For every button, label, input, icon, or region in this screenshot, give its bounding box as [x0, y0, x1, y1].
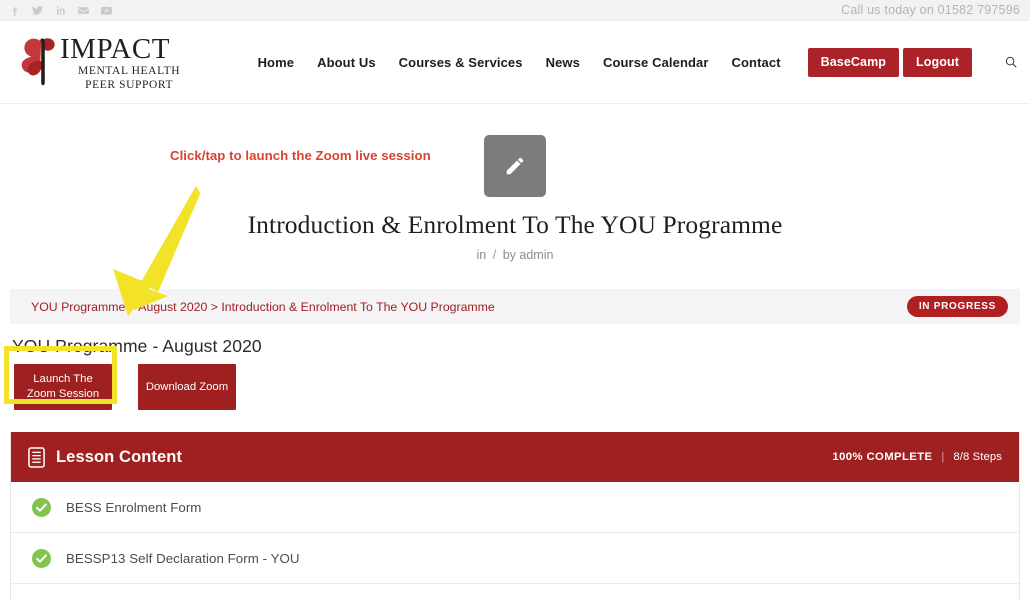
list-item[interactable]: Impact Enrolment	[11, 584, 1019, 600]
mail-icon[interactable]	[77, 4, 90, 17]
post-meta-author: by admin	[502, 248, 554, 263]
nav-item-about-us[interactable]: About Us	[317, 55, 376, 70]
linkedin-icon[interactable]	[54, 4, 67, 17]
post-meta-in: in	[476, 248, 487, 263]
post-hero: Introduction & Enrolment To The YOU Prog…	[0, 104, 1030, 279]
download-zoom-button[interactable]: Download Zoom	[138, 364, 236, 411]
list-item[interactable]: BESSP13 Self Declaration Form - YOU	[11, 533, 1019, 585]
logo-subtitle-2: PEER SUPPORT	[85, 79, 174, 91]
breadcrumb-bar: YOU Programme – August 2020 > Introducti…	[10, 289, 1020, 325]
social-links	[8, 4, 113, 17]
site-header: IMPACT MENTAL HEALTH PEER SUPPORT Home A…	[0, 21, 1030, 104]
nav-item-courses-services[interactable]: Courses & Services	[399, 55, 523, 70]
nav-item-home[interactable]: Home	[258, 55, 295, 70]
logo-title: IMPACT	[60, 32, 170, 65]
nav-item-course-calendar[interactable]: Course Calendar	[603, 55, 709, 70]
edit-post-button[interactable]	[484, 135, 546, 197]
search-icon[interactable]	[1004, 55, 1018, 69]
lesson-content-panel: Lesson Content 100% COMPLETE | 8/8 Steps…	[10, 432, 1020, 600]
post-meta: in / by admin	[0, 248, 1030, 262]
lesson-content-header-left: Lesson Content	[28, 447, 182, 468]
logout-button[interactable]: Logout	[903, 47, 972, 77]
nav-item-contact[interactable]: Contact	[732, 55, 781, 70]
phone-number: Call us today on 01582 797596	[841, 3, 1020, 17]
progress-divider: |	[941, 451, 945, 464]
course-heading: YOU Programme - August 2020	[12, 336, 262, 357]
check-circle-icon	[32, 497, 51, 517]
list-item[interactable]: BESS Enrolment Form	[11, 482, 1019, 534]
header-action-buttons: BaseCamp Logout	[807, 47, 972, 77]
nav-item-news[interactable]: News	[546, 55, 580, 70]
list-item-label: BESSP13 Self Declaration Form - YOU	[66, 550, 300, 566]
list-item-label: BESS Enrolment Form	[66, 499, 202, 515]
post-meta-separator: /	[492, 248, 497, 263]
launch-zoom-session-button[interactable]: Launch The Zoom Session	[14, 364, 112, 411]
page-title: Introduction & Enrolment To The YOU Prog…	[247, 210, 783, 239]
youtube-icon[interactable]	[100, 4, 113, 17]
annotation-caption: Click/tap to launch the Zoom live sessio…	[170, 148, 431, 163]
lesson-content-header: Lesson Content 100% COMPLETE | 8/8 Steps	[11, 432, 1019, 483]
logo-subtitle-1: MENTAL HEALTH	[78, 64, 181, 77]
logo-wordmark: IMPACT MENTAL HEALTH PEER SUPPORT	[60, 32, 180, 93]
progress-percent: 100% COMPLETE	[832, 451, 933, 464]
check-circle-icon	[32, 548, 51, 568]
page-root: Call us today on 01582 797596 IMPACT MEN…	[0, 0, 1030, 600]
lesson-progress-summary: 100% COMPLETE | 8/8 Steps	[832, 451, 1002, 463]
logo[interactable]: IMPACT MENTAL HEALTH PEER SUPPORT	[10, 32, 180, 93]
basecamp-button[interactable]: BaseCamp	[807, 47, 900, 77]
twitter-icon[interactable]	[31, 4, 44, 17]
breadcrumb[interactable]: YOU Programme – August 2020 > Introducti…	[31, 300, 495, 314]
course-action-row: Launch The Zoom Session Download Zoom	[12, 364, 1020, 411]
status-badge: IN PROGRESS	[906, 296, 1008, 318]
list-document-icon	[28, 447, 45, 468]
pencil-icon	[504, 155, 526, 177]
top-utility-bar: Call us today on 01582 797596	[0, 0, 1030, 21]
lesson-content-title: Lesson Content	[56, 447, 183, 466]
progress-steps: 8/8 Steps	[953, 451, 1002, 464]
main-navigation: Home About Us Courses & Services News Co…	[258, 47, 1018, 77]
course-actions-block: YOU Programme - August 2020 Launch The Z…	[0, 324, 1030, 411]
facebook-icon[interactable]	[8, 4, 21, 17]
